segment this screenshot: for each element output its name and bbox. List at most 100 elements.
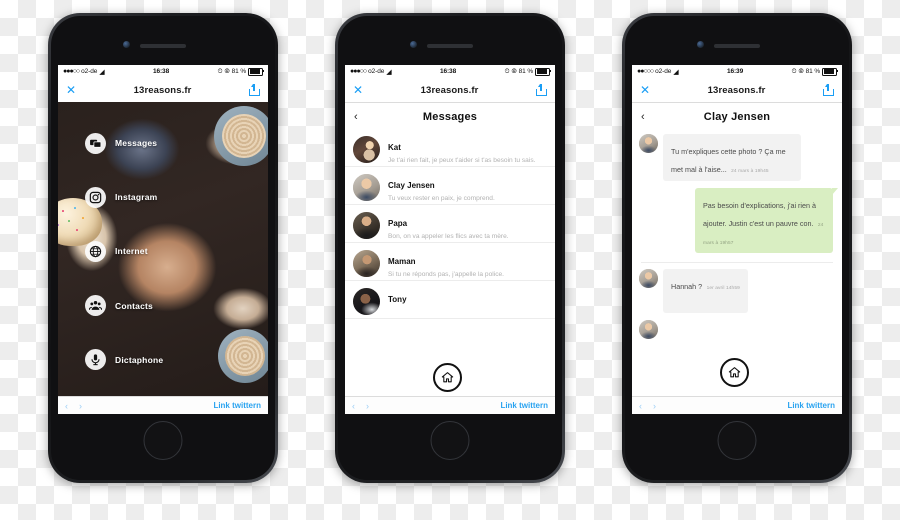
contact-name: Clay Jensen xyxy=(388,181,435,190)
contact-name: Papa xyxy=(388,219,408,228)
status-bar: ●●●○○ o2-de ◢ 16:38 ⏲ ⦾ 81 % xyxy=(58,65,268,78)
conversation-list[interactable]: Kat Je t'ai rien fait, je peux t'aider s… xyxy=(345,129,555,397)
home-button[interactable] xyxy=(717,421,757,460)
status-time: 16:38 xyxy=(152,68,170,75)
page-title: 13reasons.fr xyxy=(707,84,766,96)
menu-item-contacts[interactable]: Contacts xyxy=(58,295,268,317)
app-header-title: Messages xyxy=(422,110,478,123)
home-icon[interactable] xyxy=(720,358,749,387)
menu-label: Contacts xyxy=(115,300,153,311)
message-timestamp: 1er avril 14h59 xyxy=(706,286,740,291)
close-icon[interactable]: ✕ xyxy=(353,84,363,96)
menu-item-internet[interactable]: Internet xyxy=(58,240,268,262)
app-header: ‹ Messages xyxy=(345,103,555,131)
close-icon[interactable]: ✕ xyxy=(640,84,650,96)
message-preview: Bon, on va appeler les flics avec ta mèr… xyxy=(388,233,509,240)
status-time: 16:39 xyxy=(726,68,744,75)
phone-device-1: ●●●○○ o2-de ◢ 16:38 ⏲ ⦾ 81 % ✕ 13reasons… xyxy=(48,13,278,483)
signal-dots-icon: ●●●○○ xyxy=(350,68,367,75)
message-bubble: Hannah ? 1er avril 14h59 xyxy=(663,269,748,313)
battery-icon xyxy=(248,67,264,76)
menu-label: Instagram xyxy=(115,192,158,203)
share-icon[interactable] xyxy=(823,84,834,96)
browser-navbar: ✕ 13reasons.fr xyxy=(345,78,555,103)
back-icon[interactable]: ‹ xyxy=(641,111,645,123)
avatar xyxy=(353,212,380,239)
list-item[interactable]: Tony xyxy=(345,281,555,319)
globe-icon xyxy=(85,240,106,262)
app-header: ‹ Clay Jensen xyxy=(632,103,842,131)
phone-device-2: ●●●○○ o2-de ◢ 16:38 ⏲ ⦾ 81 % ✕ 13reasons… xyxy=(335,13,565,483)
browser-bottom-bar: ‹ › Link twittern xyxy=(632,396,842,414)
chat-thread[interactable]: Tu m'expliques cette photo ? Ça me met m… xyxy=(632,129,842,397)
avatar xyxy=(639,269,658,288)
instagram-icon xyxy=(85,186,106,208)
avatar xyxy=(353,288,380,315)
avatar xyxy=(353,136,380,163)
message-bubble: Tu m'expliques cette photo ? Ça me met m… xyxy=(663,134,801,181)
chat-message-partial xyxy=(632,320,842,346)
battery-percent: 81 % xyxy=(805,68,821,75)
list-item[interactable]: Clay Jensen Tu veux rester en paix, je c… xyxy=(345,167,555,205)
carrier-label: o2-de xyxy=(368,68,385,75)
signal-dots-icon: ●●●○○ xyxy=(63,68,80,75)
menu-item-dictaphone[interactable]: Dictaphone xyxy=(58,349,268,371)
page-title: 13reasons.fr xyxy=(420,84,479,96)
avatar xyxy=(639,134,658,153)
app-header-title: Clay Jensen xyxy=(703,110,771,123)
nav-forward-icon[interactable]: › xyxy=(79,401,82,411)
share-icon[interactable] xyxy=(249,84,260,96)
menu-item-messages[interactable]: Messages xyxy=(58,132,268,154)
list-item[interactable]: Kat Je t'ai rien fait, je peux t'aider s… xyxy=(345,129,555,167)
home-icon[interactable] xyxy=(433,363,462,392)
share-icon[interactable] xyxy=(536,84,547,96)
link-twittern-button[interactable]: Link twittern xyxy=(787,401,835,410)
menu-label: Dictaphone xyxy=(115,354,164,365)
message-bubble-icon xyxy=(85,132,106,154)
message-bubble: Pas besoin d'explications, j'ai rien à a… xyxy=(695,188,838,253)
browser-navbar: ✕ 13reasons.fr xyxy=(632,78,842,103)
back-icon[interactable]: ‹ xyxy=(354,111,358,123)
phone-screen-2: ●●●○○ o2-de ◢ 16:38 ⏲ ⦾ 81 % ✕ 13reasons… xyxy=(345,65,555,414)
nav-back-icon[interactable]: ‹ xyxy=(639,401,642,411)
phone-device-3: ●●○○○ o2-de ◢ 16:39 ⏲ ⦾ 81 % ✕ 13reasons… xyxy=(622,13,852,483)
menu-item-instagram[interactable]: Instagram xyxy=(58,186,268,208)
browser-bottom-bar: ‹ › Link twittern xyxy=(345,396,555,414)
menu-label: Messages xyxy=(115,138,158,149)
message-preview: Je t'ai rien fait, je peux t'aider si t'… xyxy=(388,157,536,164)
home-button[interactable] xyxy=(430,421,470,460)
battery-percent: 81 % xyxy=(518,68,534,75)
app-menu-list: Messages Instagram Internet Contacts Dic… xyxy=(58,102,268,397)
message-text: Hannah ? xyxy=(671,282,703,291)
home-button[interactable] xyxy=(143,421,183,460)
nav-back-icon[interactable]: ‹ xyxy=(65,401,68,411)
alarm-icon: ⏲ xyxy=(217,67,223,75)
list-item[interactable]: Papa Bon, on va appeler les flics avec t… xyxy=(345,205,555,243)
front-camera-icon xyxy=(697,41,704,48)
contacts-group-icon xyxy=(85,295,106,317)
front-camera-icon xyxy=(123,41,130,48)
nav-forward-icon[interactable]: › xyxy=(653,401,656,411)
rotation-lock-icon: ⦾ xyxy=(798,67,804,75)
nav-back-icon[interactable]: ‹ xyxy=(352,401,355,411)
contact-name: Kat xyxy=(388,143,401,152)
battery-icon xyxy=(822,67,838,76)
link-twittern-button[interactable]: Link twittern xyxy=(213,401,261,410)
nav-forward-icon[interactable]: › xyxy=(366,401,369,411)
screenshot-stage: ●●●○○ o2-de ◢ 16:38 ⏲ ⦾ 81 % ✕ 13reasons… xyxy=(0,0,900,520)
photo-menu-background: Messages Instagram Internet Contacts Dic… xyxy=(58,102,268,397)
status-bar: ●●○○○ o2-de ◢ 16:39 ⏲ ⦾ 81 % xyxy=(632,65,842,78)
avatar xyxy=(353,250,380,277)
avatar xyxy=(353,174,380,201)
phone-screen-1: ●●●○○ o2-de ◢ 16:38 ⏲ ⦾ 81 % ✕ 13reasons… xyxy=(58,65,268,414)
close-icon[interactable]: ✕ xyxy=(66,84,76,96)
link-twittern-button[interactable]: Link twittern xyxy=(500,401,548,410)
phone-screen-3: ●●○○○ o2-de ◢ 16:39 ⏲ ⦾ 81 % ✕ 13reasons… xyxy=(632,65,842,414)
battery-percent: 81 % xyxy=(231,68,247,75)
message-preview: Si tu ne réponds pas, j'appelle la polic… xyxy=(388,271,504,278)
chat-message-sent: Pas besoin d'explications, j'ai rien à a… xyxy=(632,188,842,260)
earpiece-speaker xyxy=(714,44,760,48)
microphone-icon xyxy=(85,349,106,371)
list-item[interactable]: Maman Si tu ne réponds pas, j'appelle la… xyxy=(345,243,555,281)
message-preview: Tu veux rester en paix, je comprend. xyxy=(388,195,495,202)
